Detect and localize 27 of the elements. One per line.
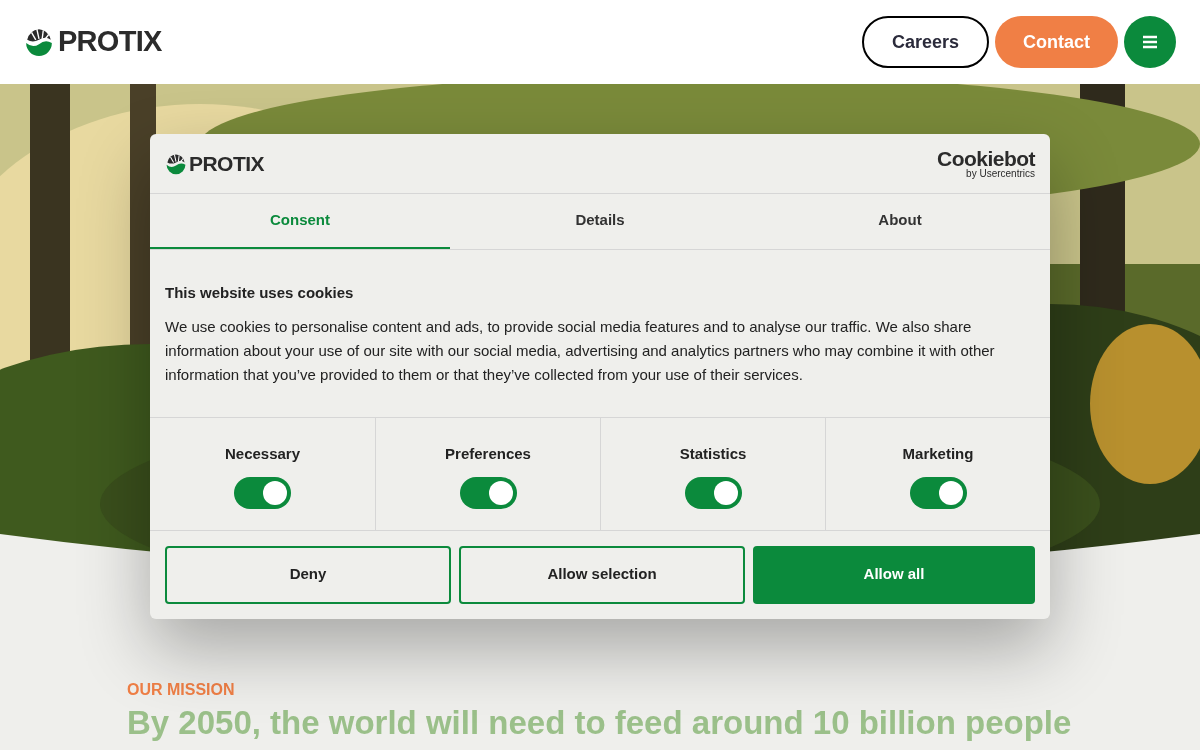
dialog-heading: This website uses cookies: [165, 283, 355, 303]
dialog-tab[interactable]: About: [750, 194, 1050, 249]
provider-subtitle: by Usercentrics: [966, 169, 1035, 179]
provider-logo-text: Cookiebot: [937, 148, 1035, 169]
consent-button[interactable]: Deny: [165, 545, 451, 604]
consent-button[interactable]: Allow selection: [459, 545, 745, 604]
logo-icon: [165, 152, 187, 175]
category-label: Statistics: [679, 443, 747, 464]
logo-text: PROTIX: [58, 24, 162, 60]
category-toggle[interactable]: [459, 477, 517, 509]
careers-button[interactable]: Careers: [861, 16, 989, 68]
logo-icon: [24, 27, 54, 57]
category-label: Necessary: [224, 443, 301, 464]
dialog-tab[interactable]: Details: [450, 194, 750, 249]
category-toggle[interactable]: [909, 477, 967, 509]
category-label: Preferences: [445, 443, 531, 464]
logo-text: PROTIX: [189, 150, 265, 177]
dialog-body-text: We use cookies to personalise content and ads, to provide social media features and to analyse our traffic. We also share information about your use of our site with our social media, advertising and analytics partners who may combine it with other information that you’ve provided to them or that they’ve collected from your use of their services.: [165, 316, 996, 385]
menu-icon: [1142, 35, 1158, 49]
allow-all-button[interactable]: Allow all: [753, 545, 1035, 604]
menu-button[interactable]: [1124, 16, 1176, 68]
dialog-tab[interactable]: Consent: [150, 194, 450, 249]
section-eyebrow: OUR MISSION: [127, 680, 236, 700]
category-toggle[interactable]: [684, 477, 742, 509]
category-toggle[interactable]: [234, 477, 291, 509]
section-headline: By 2050, the world will need to feed around 10 billion people: [127, 703, 1072, 743]
category-label: Marketing: [902, 443, 974, 464]
